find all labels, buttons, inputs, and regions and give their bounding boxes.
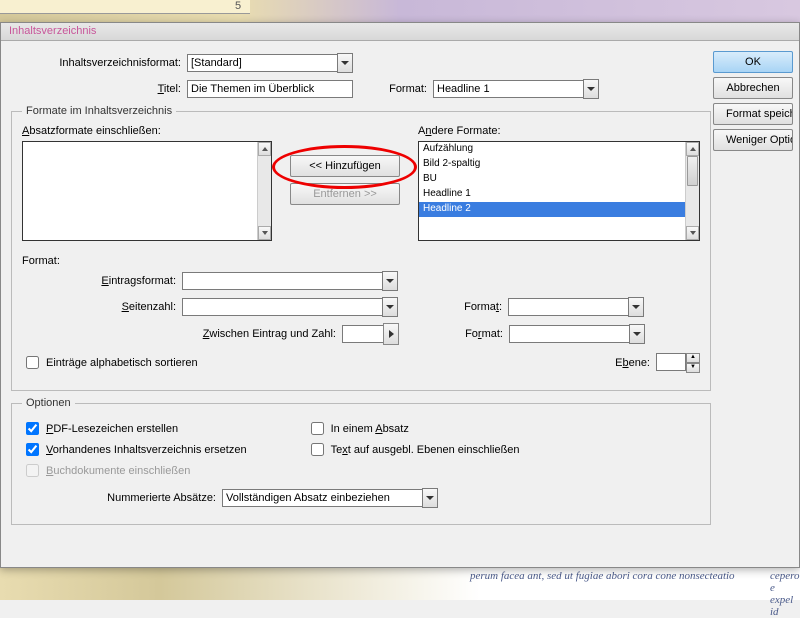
formats-in-toc-legend: Formate im Inhaltsverzeichnis [22, 105, 176, 117]
ok-button[interactable]: OK [713, 51, 793, 73]
spinner-down-icon[interactable]: ▼ [686, 363, 700, 373]
replace-toc-checkbox[interactable]: Vorhandenes Inhaltsverzeichnis ersetzen [22, 440, 247, 459]
dialog-title: Inhaltsverzeichnis [1, 23, 799, 41]
level-label: Ebene: [401, 357, 656, 369]
remove-button[interactable]: Entfernen >> [290, 183, 400, 205]
other-formats-label: Andere Formate: [418, 125, 700, 137]
scroll-up-icon[interactable] [258, 142, 271, 156]
list-item[interactable]: Aufzählung [419, 142, 685, 157]
chevron-down-icon[interactable] [337, 53, 353, 73]
list-item[interactable]: Headline 1 [419, 187, 685, 202]
list-item[interactable]: Headline 2 [419, 202, 685, 217]
scroll-down-icon[interactable] [686, 226, 699, 240]
scrollbar[interactable] [685, 142, 699, 240]
format2-label: Format: [438, 301, 508, 313]
options-legend: Optionen [22, 397, 75, 409]
format3-label: Format: [439, 328, 509, 340]
toc-format-label: Inhaltsverzeichnisformat: [11, 57, 187, 69]
scroll-up-icon[interactable] [686, 142, 699, 156]
numbered-para-select[interactable] [222, 488, 438, 508]
list-item[interactable]: Bild 2-spaltig [419, 157, 685, 172]
chevron-down-icon[interactable] [382, 271, 398, 291]
book-docs-checkbox: Buchdokumente einschließen [22, 461, 247, 480]
toc-dialog: Inhaltsverzeichnis Inhaltsverzeichnisfor… [0, 22, 800, 568]
chevron-down-icon[interactable] [422, 488, 438, 508]
format-section-label: Format: [22, 255, 700, 267]
included-formats-list[interactable] [22, 141, 272, 241]
fewer-options-button[interactable]: Weniger Optionen [713, 129, 793, 151]
spinner-up-icon[interactable]: ▲ [686, 353, 700, 363]
save-format-button[interactable]: Format speichern... [713, 103, 793, 125]
page-number-select[interactable] [182, 297, 398, 317]
title-label: Titel: [11, 83, 187, 95]
other-formats-list[interactable]: AufzählungBild 2-spaltigBUHeadline 1Head… [418, 141, 700, 241]
numbered-para-label: Nummerierte Absätze: [22, 492, 222, 504]
level-spinner[interactable]: ▲ ▼ [656, 353, 700, 373]
between-flyout-button[interactable] [383, 323, 399, 345]
title-format-select[interactable] [433, 79, 599, 99]
page-format-select[interactable] [508, 297, 644, 317]
scroll-thumb[interactable] [687, 156, 698, 186]
toc-format-select[interactable] [187, 53, 353, 73]
scroll-down-icon[interactable] [258, 226, 271, 240]
page-number-label: Seitenzahl: [22, 301, 182, 313]
chevron-down-icon[interactable] [583, 79, 599, 99]
entry-format-select[interactable] [182, 271, 398, 291]
include-para-label: Absatzformate einschließen: [22, 125, 272, 137]
format-label: Format: [373, 83, 433, 95]
options-group: Optionen PDF-Lesezeichen erstellen Vorha… [11, 397, 711, 525]
entry-format-label: Eintragsformat: [22, 275, 182, 287]
add-button[interactable]: << Hinzufügen [290, 155, 400, 177]
chevron-down-icon[interactable] [382, 297, 398, 317]
sort-alpha-checkbox[interactable]: Einträge alphabetisch sortieren [22, 353, 198, 372]
list-item[interactable]: BU [419, 172, 685, 187]
between-input[interactable] [342, 325, 384, 343]
pdf-bookmarks-checkbox[interactable]: PDF-Lesezeichen erstellen [22, 419, 247, 438]
scrollbar[interactable] [257, 142, 271, 240]
in-one-para-checkbox[interactable]: In einem Absatz [307, 419, 520, 438]
chevron-down-icon[interactable] [628, 297, 644, 317]
title-input[interactable] [187, 80, 353, 98]
cancel-button[interactable]: Abbrechen [713, 77, 793, 99]
chevron-down-icon[interactable] [629, 324, 645, 344]
between-format-select[interactable] [509, 324, 645, 344]
ruler: 5 [0, 0, 250, 14]
formats-in-toc-group: Formate im Inhaltsverzeichnis Absatzform… [11, 105, 711, 391]
page-background: perum facea ant, sed ut fugiae abori cor… [0, 568, 800, 600]
between-label: Zwischen Eintrag und Zahl: [22, 328, 342, 340]
hidden-layers-checkbox[interactable]: Text auf ausgebl. Ebenen einschließen [307, 440, 520, 459]
